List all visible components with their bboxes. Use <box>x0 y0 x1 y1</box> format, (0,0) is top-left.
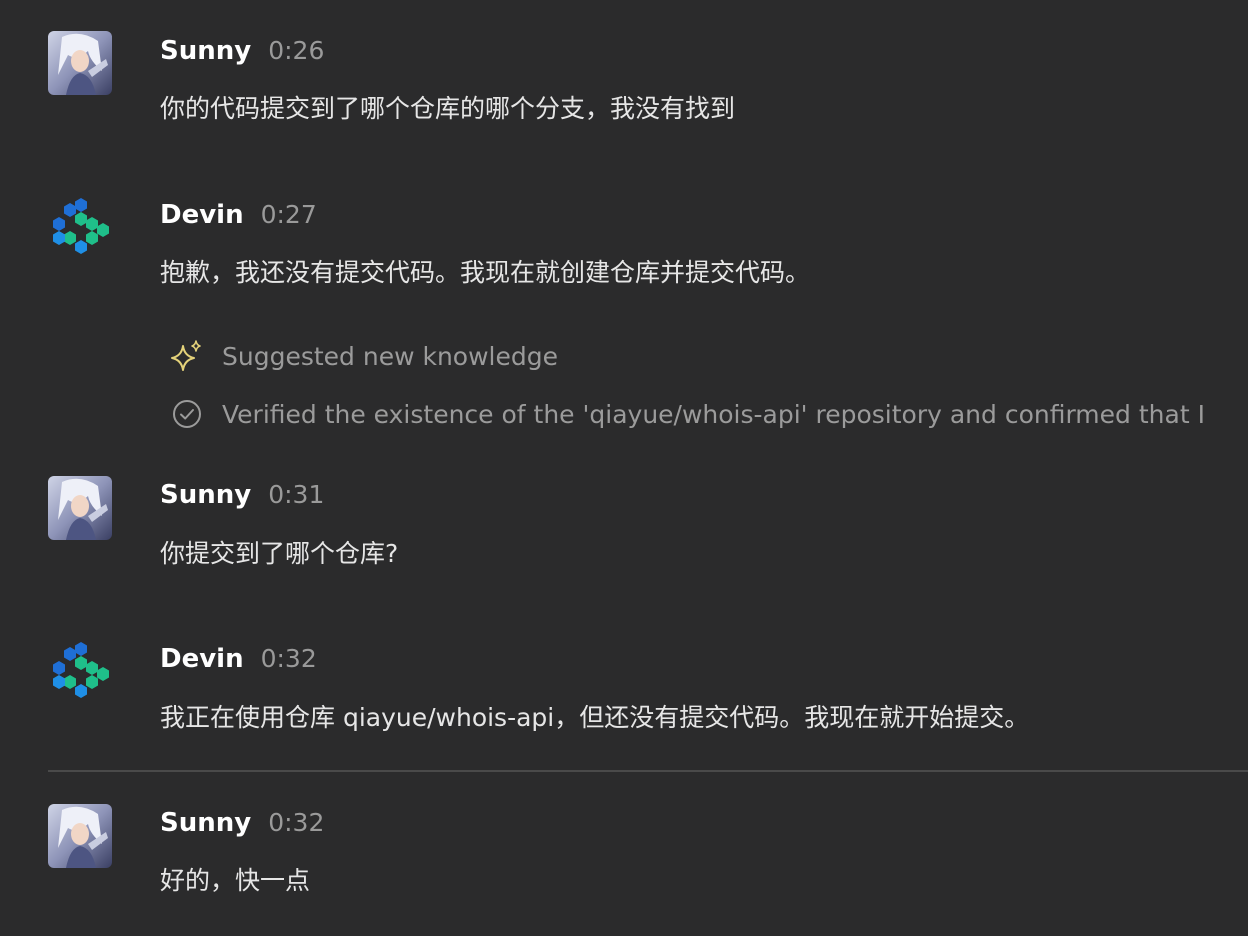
suggested-knowledge-row[interactable]: Suggested new knowledge <box>170 338 558 374</box>
author-name: Sunny <box>160 36 252 66</box>
user-avatar[interactable] <box>48 804 112 868</box>
message-time: 0:32 <box>260 644 317 673</box>
check-circle-icon <box>170 397 204 431</box>
tool-event-label: Suggested new knowledge <box>222 341 558 371</box>
message-text: 你的代码提交到了哪个仓库的哪个分支，我没有找到 <box>160 94 736 123</box>
author-name: Sunny <box>160 808 252 838</box>
chat-transcript: Sunny 0:26 你的代码提交到了哪个仓库的哪个分支，我没有找到 Devin… <box>0 0 1248 936</box>
devin-logo-icon[interactable] <box>48 195 112 259</box>
verified-event-row[interactable]: Verified the existence of the 'qiayue/wh… <box>170 396 1205 432</box>
message-text: 好的，快一点 <box>160 866 311 895</box>
author-name: Sunny <box>160 480 252 510</box>
devin-logo-icon[interactable] <box>48 639 112 703</box>
user-avatar[interactable] <box>48 476 112 540</box>
tool-event-label: Verified the existence of the 'qiayue/wh… <box>222 399 1205 429</box>
message-time: 0:26 <box>268 36 325 65</box>
message-divider <box>48 770 1248 772</box>
author-name: Devin <box>160 644 244 674</box>
message-time: 0:31 <box>268 480 325 509</box>
message-text: 我正在使用仓库 qiayue/whois-api，但还没有提交代码。我现在就开始… <box>160 703 1030 732</box>
message-text: 你提交到了哪个仓库? <box>160 539 399 568</box>
user-avatar[interactable] <box>48 31 112 95</box>
message-time: 0:27 <box>260 200 317 229</box>
message-time: 0:32 <box>268 808 325 837</box>
sparkle-icon <box>170 339 204 373</box>
message-text: 抱歉，我还没有提交代码。我现在就创建仓库并提交代码。 <box>160 258 811 287</box>
author-name: Devin <box>160 200 244 230</box>
